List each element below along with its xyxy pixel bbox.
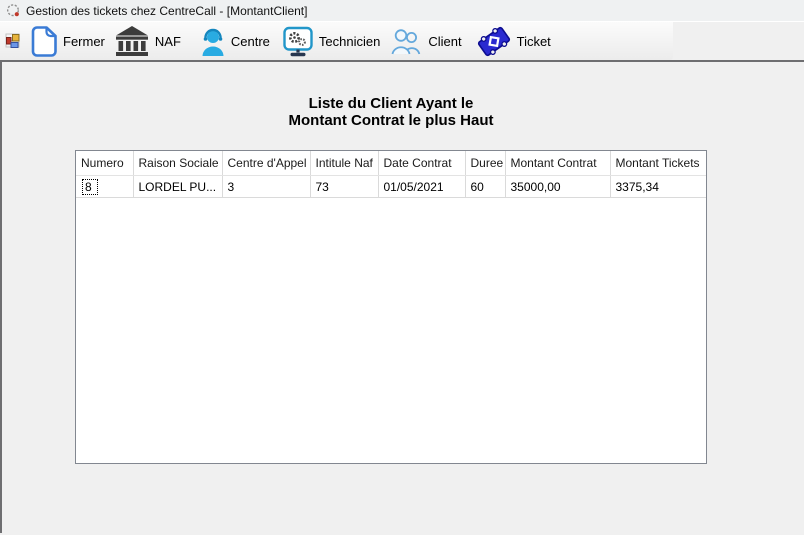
title-bar: Gestion des tickets chez CentreCall - [M… xyxy=(0,0,804,22)
client-button[interactable]: Client xyxy=(386,24,466,59)
datagrid-table: Numero Raison Sociale Centre d'Appel Int… xyxy=(76,151,707,198)
cell-montant-contrat[interactable]: 35000,00 xyxy=(505,176,610,198)
centre-button[interactable]: Centre xyxy=(196,23,275,60)
application-window: { "window": { "title": "Gestion des tick… xyxy=(0,0,804,535)
centre-label: Centre xyxy=(231,34,270,49)
technicien-button[interactable]: Technicien xyxy=(278,22,385,61)
bank-building-icon xyxy=(115,26,149,56)
page-title-line1: Liste du Client Ayant le xyxy=(75,95,707,112)
app-window-icon[interactable] xyxy=(6,3,21,18)
column-header-intitule-naf[interactable]: Intitule Naf xyxy=(310,151,378,176)
toolstrip: Fermer NAF Centre xyxy=(0,22,673,60)
column-header-raison-sociale[interactable]: Raison Sociale xyxy=(133,151,222,176)
datagrid: Numero Raison Sociale Centre d'Appel Int… xyxy=(75,150,707,464)
cell-raison-sociale[interactable]: LORDEL PU... xyxy=(133,176,222,198)
ticket-label: Ticket xyxy=(517,34,551,49)
table-row: 8 LORDEL PU... 3 73 01/05/2021 60 35000,… xyxy=(76,176,707,198)
mdi-client-area: Liste du Client Ayant le Montant Contrat… xyxy=(0,62,804,533)
window-title: Gestion des tickets chez CentreCall - [M… xyxy=(26,4,307,18)
support-agent-icon xyxy=(201,27,225,56)
cell-duree[interactable]: 60 xyxy=(465,176,505,198)
cell-intitule-naf[interactable]: 73 xyxy=(310,176,378,198)
ticket-icon xyxy=(477,25,511,58)
users-icon xyxy=(391,28,422,55)
report-zone: Liste du Client Ayant le Montant Contrat… xyxy=(75,95,707,464)
cell-numero[interactable]: 8 xyxy=(76,176,133,198)
toolbar: Fermer NAF Centre xyxy=(0,22,804,61)
document-icon xyxy=(31,26,57,57)
column-header-montant-tickets[interactable]: Montant Tickets xyxy=(610,151,707,176)
fermer-label: Fermer xyxy=(63,34,105,49)
ticket-button[interactable]: Ticket xyxy=(472,21,556,62)
colored-squares-icon[interactable] xyxy=(5,33,21,49)
naf-label: NAF xyxy=(155,34,181,49)
technicien-label: Technicien xyxy=(319,34,380,49)
page-title-line2: Montant Contrat le plus Haut xyxy=(75,112,707,129)
naf-button[interactable]: NAF xyxy=(110,22,186,60)
column-header-centre-appel[interactable]: Centre d'Appel xyxy=(222,151,310,176)
column-header-duree[interactable]: Duree xyxy=(465,151,505,176)
client-label: Client xyxy=(428,34,461,49)
column-header-numero[interactable]: Numero xyxy=(76,151,133,176)
header-row: Numero Raison Sociale Centre d'Appel Int… xyxy=(76,151,707,176)
focused-cell-value[interactable]: 8 xyxy=(82,179,98,195)
column-header-date-contrat[interactable]: Date Contrat xyxy=(378,151,465,176)
cell-date-contrat[interactable]: 01/05/2021 xyxy=(378,176,465,198)
column-header-montant-contrat[interactable]: Montant Contrat xyxy=(505,151,610,176)
cell-montant-tickets[interactable]: 3375,34 xyxy=(610,176,707,198)
page-title: Liste du Client Ayant le Montant Contrat… xyxy=(75,95,707,129)
fermer-button[interactable]: Fermer xyxy=(26,22,110,61)
monitor-gears-icon xyxy=(283,26,313,57)
cell-centre-appel[interactable]: 3 xyxy=(222,176,310,198)
